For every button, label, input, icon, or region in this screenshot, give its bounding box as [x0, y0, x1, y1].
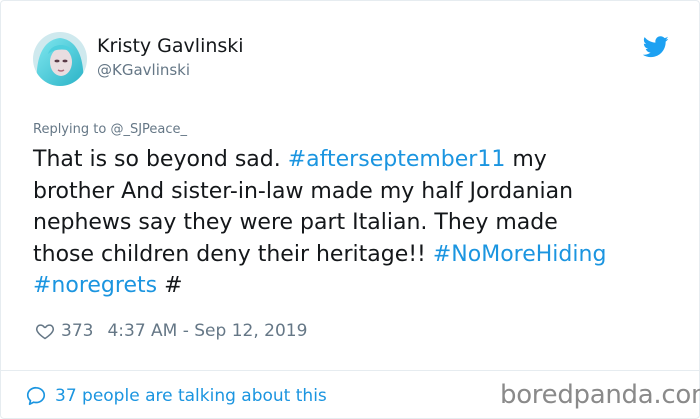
tweet-text-segment: nephews say they were part Italian. They… [33, 210, 558, 235]
watermark: boredpanda.com [500, 380, 700, 410]
reply-mention-link[interactable]: @_SJPeace_ [110, 122, 187, 137]
twitter-bird-icon[interactable] [643, 36, 669, 58]
talking-link[interactable]: 37 people are talking about this [25, 384, 327, 408]
tweet-text: That is so beyond sad. #afterseptember11… [33, 144, 683, 302]
tweet-text-segment: That is so beyond sad. [33, 147, 288, 172]
tweet-text-line: those children deny their heritage!! #No… [33, 239, 683, 271]
hashtag-link[interactable]: #afterseptember11 [288, 147, 506, 172]
speech-bubble-icon [26, 386, 46, 406]
tweet-text-line: #noregrets # [33, 270, 683, 302]
display-name[interactable]: Kristy Gavlinski [97, 35, 244, 57]
tweet-text-segment: brother And sister-in-law made my half J… [33, 178, 574, 204]
user-handle[interactable]: @KGavlinski [97, 61, 190, 79]
reply-prefix: Replying to [33, 122, 107, 137]
tweet-text-line: brother And sister-in-law made my half J… [33, 176, 683, 208]
tweet-card: Kristy Gavlinski @KGavlinski Replying to… [0, 0, 700, 419]
avatar-image [33, 32, 87, 86]
hashtag-link[interactable]: #noregrets [33, 273, 157, 298]
talking-label: 37 people are talking about this [55, 386, 327, 406]
tweet-text-segment: my [505, 147, 547, 172]
replying-to: Replying to @_SJPeace_ [33, 122, 187, 137]
like-count[interactable]: 373 [61, 321, 93, 341]
tweet-text-segment: # [157, 273, 183, 298]
divider [1, 370, 700, 371]
timestamp[interactable]: 4:37 AM - Sep 12, 2019 [107, 321, 307, 341]
heart-icon[interactable] [35, 321, 55, 341]
hashtag-link[interactable]: #NoMoreHiding [433, 242, 607, 267]
tweet-meta: 373 4:37 AM - Sep 12, 2019 [35, 319, 307, 343]
tweet-text-line: nephews say they were part Italian. They… [33, 207, 683, 239]
avatar[interactable] [33, 32, 87, 86]
tweet-text-line: That is so beyond sad. #afterseptember11… [33, 144, 683, 176]
tweet-text-segment: those children deny their heritage!! [33, 241, 433, 267]
